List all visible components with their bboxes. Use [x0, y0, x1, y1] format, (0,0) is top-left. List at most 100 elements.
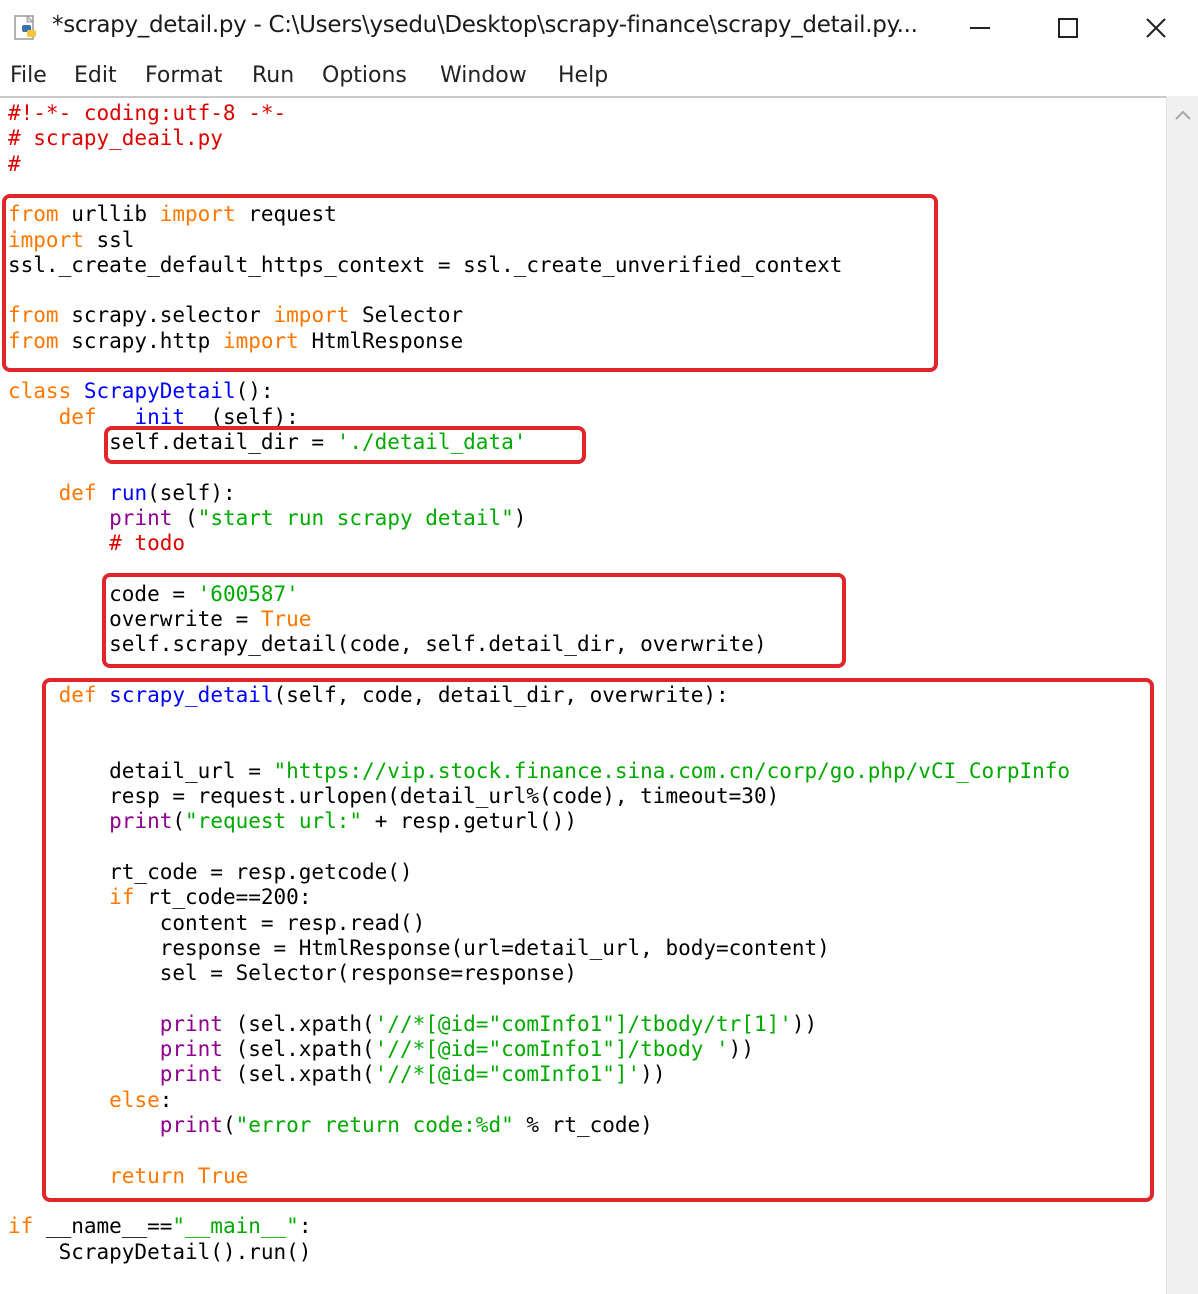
- code-line[interactable]: resp = request.urlopen(detail_url%(code)…: [8, 784, 779, 809]
- code-line[interactable]: print (sel.xpath('//*[@id="comInfo1"]/tb…: [8, 1012, 817, 1037]
- code-token: ): [513, 505, 527, 530]
- close-icon[interactable]: [1126, 6, 1186, 50]
- code-token: self.detail_dir =: [8, 429, 337, 454]
- code-token: "https://vip.stock.finance.sina.com.cn/c…: [273, 758, 1071, 783]
- maximize-icon[interactable]: [1038, 6, 1098, 50]
- menu-help[interactable]: Help: [558, 63, 608, 88]
- code-token: scrapy_detail: [109, 682, 274, 707]
- code-line[interactable]: #: [8, 152, 21, 177]
- code-token: import: [273, 303, 350, 328]
- code-token: scrapy.selector: [58, 303, 274, 328]
- code-line[interactable]: content = resp.read(): [8, 910, 426, 936]
- code-line[interactable]: class ScrapyDetail():: [8, 379, 274, 404]
- code-line[interactable]: self.scrapy_detail(code, self.detail_dir…: [8, 632, 766, 657]
- code-token: "start run scrapy detail": [197, 505, 514, 530]
- code-line[interactable]: if rt_code==200:: [8, 885, 311, 910]
- code-token: print: [109, 505, 173, 530]
- code-line[interactable]: sel = Selector(response=response): [8, 961, 577, 986]
- code-line[interactable]: else:: [8, 1088, 172, 1113]
- code-line[interactable]: from scrapy.selector import Selector: [8, 303, 463, 328]
- code-line[interactable]: from scrapy.http import HtmlResponse: [8, 329, 463, 354]
- minimize-icon[interactable]: [950, 6, 1010, 50]
- code-line[interactable]: if __name__=="__main__":: [8, 1214, 311, 1239]
- code-line[interactable]: # todo: [8, 531, 185, 556]
- code-token: ssl: [83, 227, 135, 252]
- code-line[interactable]: code = '600587': [8, 582, 299, 607]
- code-line[interactable]: print ("start run scrapy detail"): [8, 506, 526, 531]
- scroll-up-arrow-icon[interactable]: [1175, 108, 1191, 120]
- code-token: resp = request.urlopen(detail_url%(code)…: [8, 784, 780, 809]
- code-line[interactable]: rt_code = resp.getcode(): [8, 860, 412, 885]
- code-token: code =: [8, 581, 198, 606]
- code-token: from: [8, 202, 59, 227]
- code-token: import: [222, 328, 299, 353]
- code-line[interactable]: self.detail_dir = './detail_data': [8, 430, 526, 455]
- code-token: % rt_code): [513, 1113, 653, 1137]
- title-bar: *scrapy_detail.py - C:\Users\ysedu\Deskt…: [0, 0, 1198, 56]
- menu-edit[interactable]: Edit: [74, 63, 117, 88]
- code-token: content = resp.read(): [8, 910, 426, 935]
- code-token: (: [172, 809, 186, 834]
- code-line[interactable]: def run(self):: [8, 481, 236, 506]
- code-line[interactable]: overwrite = True: [8, 607, 311, 632]
- menu-format[interactable]: Format: [145, 63, 223, 88]
- code-token: if: [8, 1214, 34, 1239]
- code-line[interactable]: print (sel.xpath('//*[@id="comInfo1"]/tb…: [8, 1037, 754, 1062]
- code-line[interactable]: print("request url:" + resp.geturl()): [8, 809, 577, 834]
- menu-run[interactable]: Run: [252, 63, 294, 88]
- code-token: :: [159, 1087, 173, 1112]
- code-line[interactable]: detail_url = "https://vip.stock.finance.…: [8, 759, 1070, 784]
- code-editor[interactable]: #!-*- coding:utf-8 -*- # scrapy_deail.py #…: [0, 98, 1166, 1294]
- menu-file[interactable]: File: [10, 63, 47, 88]
- code-token: def: [58, 404, 97, 429]
- code-token: return: [109, 1163, 186, 1188]
- code-token: './detail_data': [336, 429, 527, 454]
- code-line[interactable]: response = HtmlResponse(url=detail_url, …: [8, 936, 830, 961]
- code-token: + resp.geturl()): [362, 809, 577, 834]
- code-token: (sel.xpath(: [222, 1062, 375, 1087]
- code-token: __name__==: [33, 1214, 173, 1239]
- code-token: #!-*- coding:utf-8 -*-: [8, 101, 287, 125]
- code-line[interactable]: def __init__(self):: [8, 405, 299, 430]
- code-line[interactable]: print (sel.xpath('//*[@id="comInfo1"]')): [8, 1062, 666, 1087]
- code-line[interactable]: #!-*- coding:utf-8 -*-: [8, 101, 286, 126]
- code-line[interactable]: def scrapy_detail(self, code, detail_dir…: [8, 683, 729, 708]
- code-token: (self):: [210, 404, 299, 429]
- code-token: from: [8, 328, 59, 353]
- code-line[interactable]: ssl._create_default_https_context = ssl.…: [8, 253, 842, 278]
- code-line[interactable]: # scrapy_deail.py: [8, 126, 223, 151]
- code-token: (sel.xpath(: [222, 1037, 375, 1062]
- code-token: '//*[@id="comInfo1"]': [374, 1062, 641, 1087]
- menu-options[interactable]: Options: [322, 63, 407, 88]
- code-token: "request url:": [185, 809, 363, 834]
- code-line[interactable]: ScrapyDetail().run(): [8, 1239, 312, 1265]
- code-token: urllib: [58, 202, 160, 227]
- menu-window[interactable]: Window: [440, 63, 527, 88]
- code-line[interactable]: return True: [8, 1164, 248, 1189]
- code-line[interactable]: import ssl: [8, 228, 134, 253]
- code-token: def: [58, 480, 97, 505]
- code-token: True: [197, 1163, 249, 1188]
- code-line[interactable]: print("error return code:%d" % rt_code): [8, 1113, 653, 1138]
- code-token: def: [58, 682, 97, 707]
- code-line[interactable]: from urllib import request: [8, 202, 337, 227]
- code-token: run: [109, 480, 148, 505]
- code-token: #: [8, 151, 21, 176]
- code-token: # todo: [109, 531, 186, 556]
- code-token: sel = Selector(response=response): [8, 961, 577, 986]
- code-token: (self, code, detail_dir, overwrite):: [273, 682, 729, 707]
- vertical-scrollbar[interactable]: [1166, 96, 1198, 1294]
- code-token: ScrapyDetail: [83, 379, 236, 404]
- code-token: from: [8, 303, 59, 328]
- code-token: ScrapyDetail().run(): [8, 1239, 312, 1264]
- code-token: (self):: [147, 480, 236, 505]
